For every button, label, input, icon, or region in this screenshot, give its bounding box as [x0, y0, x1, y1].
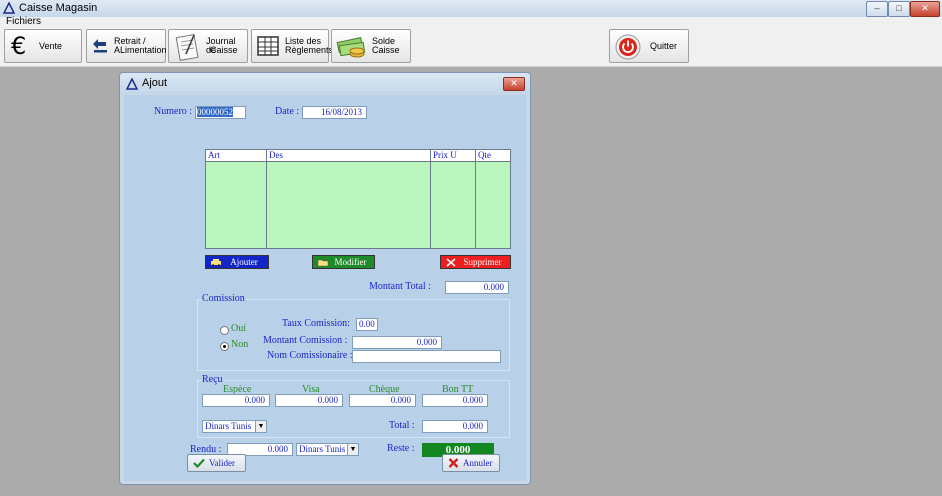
nom-comissionaire-field[interactable]: [352, 350, 501, 363]
articles-grid[interactable]: Art Des Prix U Qte: [205, 149, 511, 249]
liste-label-2: Règlements: [285, 45, 334, 55]
grid-divider: [475, 150, 476, 248]
comission-title: Comission: [201, 293, 246, 304]
retrait-label-2: ALimentation: [114, 45, 167, 55]
reste-label: Reste :: [387, 443, 415, 454]
visa-field[interactable]: 0.000: [275, 394, 343, 407]
non-label: Non: [231, 339, 249, 350]
date-field[interactable]: 16/08/2013: [302, 106, 367, 119]
col-prix-u[interactable]: Prix U: [431, 150, 457, 161]
annuler-label: Annuler: [463, 458, 493, 468]
grid-divider: [430, 150, 431, 248]
menu-fichiers[interactable]: Fichiers: [6, 16, 41, 27]
rendu-devise-select[interactable]: Dinars Tunis ▼: [296, 443, 359, 456]
montant-total-field[interactable]: 0.000: [445, 281, 509, 294]
liste-reglements-button[interactable]: Liste des Règlements: [251, 29, 333, 63]
menu-bar: Fichiers: [0, 16, 942, 28]
valider-button[interactable]: Valider: [187, 454, 246, 472]
modifier-button[interactable]: Modifier: [312, 255, 375, 269]
nom-comissionaire-label: Nom Comissionaire :: [267, 350, 353, 361]
total-label: Total :: [389, 420, 415, 431]
vente-button[interactable]: € Vente: [4, 29, 82, 63]
power-icon: [615, 34, 641, 60]
taux-comission-label: Taux Comission:: [282, 318, 350, 329]
delete-icon: [446, 258, 456, 267]
retrait-alimentation-button[interactable]: Retrait / ALimentation: [86, 29, 167, 63]
col-des[interactable]: Des: [267, 150, 283, 161]
close-button[interactable]: ✕: [910, 1, 940, 17]
devise-select[interactable]: Dinars Tunis ▼: [202, 420, 267, 433]
cancel-x-icon: [448, 458, 459, 468]
dialog-title-bar: Ajout ✕: [120, 73, 530, 94]
dialog-body: Numero : 00000052 Date : 16/08/2013 Art …: [124, 95, 526, 481]
minimize-button[interactable]: –: [866, 1, 888, 17]
dialog-title: Ajout: [142, 77, 168, 89]
numero-label: Numero :: [154, 106, 193, 117]
grid-header: [206, 150, 510, 162]
espece-field[interactable]: 0.000: [202, 394, 270, 407]
quitter-label: Quitter: [650, 41, 678, 51]
dropdown-arrow-icon[interactable]: ▼: [347, 444, 358, 455]
non-radio[interactable]: [220, 342, 229, 351]
bon-tt-field[interactable]: 0.000: [422, 394, 488, 407]
oui-radio[interactable]: [220, 326, 229, 335]
oui-label: Oui: [231, 323, 246, 334]
montant-comission-field[interactable]: 0.000: [352, 336, 442, 349]
supprimer-label: Supprimer: [463, 257, 502, 267]
checkmark-icon: [193, 458, 205, 468]
euro-icon: €: [11, 32, 27, 60]
folder-edit-icon: [317, 259, 329, 267]
numero-field[interactable]: 00000052: [195, 106, 246, 119]
montant-comission-label: Montant Comission :: [263, 335, 348, 346]
recu-title: Reçu: [201, 374, 224, 385]
title-bar: Caisse Magasin – □ ✕: [0, 0, 942, 18]
money-stack-icon: [336, 37, 366, 58]
ajouter-label: Ajouter: [230, 257, 258, 267]
solde-caisse-button[interactable]: Solde Caisse: [331, 29, 411, 63]
devise-value: Dinars Tunis: [205, 421, 252, 431]
col-qte[interactable]: Qte: [476, 150, 491, 161]
ajouter-button[interactable]: Ajouter: [205, 255, 269, 269]
return-arrow-icon: [93, 39, 107, 53]
total-field[interactable]: 0.000: [422, 420, 488, 433]
journal-notebook-icon: [175, 34, 199, 61]
col-art[interactable]: Art: [206, 150, 220, 161]
app-triangle-icon: [126, 78, 138, 90]
annuler-button[interactable]: Annuler: [442, 454, 500, 472]
dropdown-arrow-icon[interactable]: ▼: [255, 421, 266, 432]
window-title: Caisse Magasin: [19, 2, 98, 14]
journal-caisse-button[interactable]: Journal de Caisse: [168, 29, 248, 63]
vente-label: Vente: [39, 41, 63, 51]
journal-label-2: Caisse: [210, 45, 238, 55]
toolbar: € Vente Retrait / ALimentation Journal d…: [0, 28, 942, 67]
solde-label-2: Caisse: [372, 45, 400, 55]
date-label: Date :: [275, 106, 300, 117]
grid-divider: [266, 150, 267, 248]
montant-total-label: Montant Total :: [369, 281, 431, 292]
app-triangle-icon: [3, 2, 15, 14]
taux-comission-field[interactable]: 0.00: [356, 318, 378, 331]
supprimer-button[interactable]: Supprimer: [440, 255, 511, 269]
quitter-button[interactable]: Quitter: [609, 29, 689, 63]
modifier-label: Modifier: [334, 257, 367, 267]
car-icon: [211, 259, 221, 267]
maximize-button[interactable]: □: [888, 1, 910, 17]
dialog-close-button[interactable]: ✕: [503, 77, 525, 91]
ajout-dialog: Ajout ✕ Numero : 00000052 Date : 16/08/2…: [119, 72, 531, 485]
rendu-devise-value: Dinars Tunis: [299, 444, 346, 454]
valider-label: Valider: [209, 458, 235, 468]
cheque-field[interactable]: 0.000: [349, 394, 416, 407]
table-grid-icon: [257, 36, 279, 56]
